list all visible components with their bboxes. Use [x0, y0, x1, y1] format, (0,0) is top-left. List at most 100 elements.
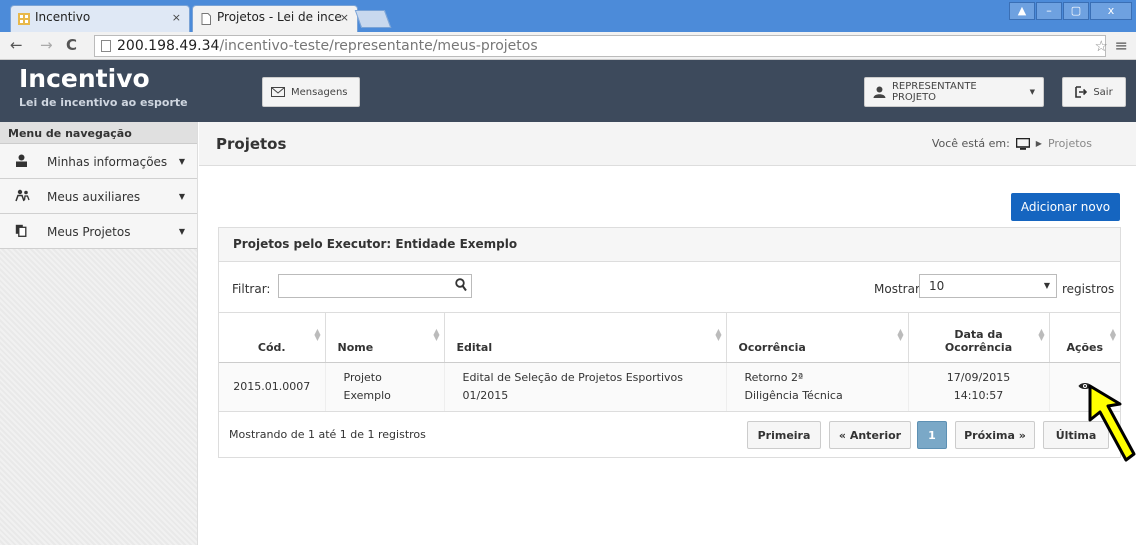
sidebar-item-meus-auxiliares[interactable]: Meus auxiliares ▼: [0, 179, 197, 214]
envelope-icon: [271, 87, 285, 97]
column-header-acoes[interactable]: Ações ▲ ▼: [1049, 312, 1120, 363]
column-header-label: Data da Ocorrência: [944, 328, 1013, 354]
copy-icon: [15, 224, 27, 237]
annotation-arrow-icon: [1088, 384, 1136, 462]
users-icon: [15, 189, 30, 202]
column-header-nome[interactable]: Nome ▲ ▼: [325, 312, 445, 363]
browser-tab-title: Incentivo: [35, 10, 91, 24]
window-maximize-icon[interactable]: ▢: [1063, 2, 1089, 20]
column-header-edital[interactable]: Edital ▲ ▼: [444, 312, 727, 363]
records-label: registros: [1062, 282, 1115, 296]
sidebar-item-label: Minhas informações: [47, 155, 168, 169]
sidebar: Menu de navegação Minhas informações ▼ M…: [0, 122, 198, 545]
page-title: Projetos: [216, 135, 287, 153]
search-icon: [455, 278, 467, 292]
window-controls: ▲ – ▢ x: [1009, 2, 1132, 20]
favicon-icon: [18, 13, 30, 25]
browser-menu-icon[interactable]: ≡: [1115, 36, 1128, 55]
column-header-cod[interactable]: Cód. ▲ ▼: [219, 312, 326, 363]
browser-tab-title: Projetos - Lei de ince: [217, 10, 342, 24]
sort-icon: ▲ ▼: [897, 327, 904, 342]
next-page-button[interactable]: Próxima »: [955, 421, 1035, 449]
sidebar-title: Menu de navegação: [0, 122, 197, 144]
reload-icon[interactable]: C: [66, 36, 77, 54]
cell-data: 17/09/2015 14:10:57: [908, 362, 1050, 412]
cell-cod: 2015.01.0007: [219, 362, 326, 412]
logout-button[interactable]: Sair: [1062, 77, 1126, 107]
logout-icon: [1075, 86, 1088, 98]
window-minimize-icon[interactable]: –: [1036, 2, 1062, 20]
back-icon[interactable]: ←: [10, 36, 23, 54]
sort-icon: ▲ ▼: [433, 327, 440, 342]
first-page-button[interactable]: Primeira: [747, 421, 821, 449]
messages-button[interactable]: Mensagens: [262, 77, 360, 107]
column-header-label: Cód.: [257, 341, 286, 354]
sort-icon: ▲ ▼: [715, 327, 722, 342]
tab-close-icon[interactable]: ×: [340, 11, 349, 24]
previous-page-button[interactable]: « Anterior: [829, 421, 911, 449]
breadcrumb-prefix: Você está em:: [931, 137, 1010, 150]
window-user-icon[interactable]: ▲: [1009, 2, 1035, 20]
sort-icon: ▲ ▼: [314, 327, 321, 342]
url-path: /incentivo-teste/representante/meus-proj…: [219, 38, 538, 54]
bookmark-star-icon[interactable]: ☆: [1095, 37, 1108, 55]
cell-edital: Edital de Seleção de Projetos Esportivos…: [444, 362, 727, 412]
cell-nome: Projeto Exemplo: [325, 362, 445, 412]
column-header-label: Edital: [456, 341, 493, 354]
breadcrumb: Você está em: ▶ Projetos: [932, 137, 1092, 150]
url-input[interactable]: 200.198.49.34/incentivo-teste/representa…: [94, 35, 1106, 57]
caret-down-icon: ▼: [178, 157, 185, 166]
browser-tab-incentivo[interactable]: Incentivo ×: [10, 5, 190, 32]
add-new-button[interactable]: Adicionar novo: [1011, 193, 1120, 221]
url-host: 200.198.49.34: [117, 38, 220, 54]
browser-tab-projetos[interactable]: Projetos - Lei de ince ×: [192, 5, 358, 32]
column-header-ocorrencia[interactable]: Ocorrência ▲ ▼: [726, 312, 909, 363]
sidebar-item-meus-projetos[interactable]: Meus Projetos ▼: [0, 214, 197, 249]
sidebar-item-minhas-informacoes[interactable]: Minhas informações ▼: [0, 144, 197, 179]
messages-label: Mensagens: [291, 86, 348, 98]
chevron-down-icon: ▼: [1043, 281, 1050, 290]
page-size-select[interactable]: 10 ▼: [919, 274, 1057, 298]
page-size-value: 10: [929, 279, 945, 293]
user-role-label: REPRESENTANTE PROJETO: [891, 81, 977, 103]
column-header-label: Ações: [1066, 341, 1104, 354]
projects-panel: Projetos pelo Executor: Entidade Exemplo…: [218, 227, 1121, 458]
tab-close-icon[interactable]: ×: [172, 11, 181, 24]
content-header: Projetos Você está em: ▶ Projetos: [199, 122, 1136, 166]
column-header-label: Ocorrência: [738, 341, 806, 354]
logout-label: Sair: [1093, 86, 1113, 98]
filter-label: Filtrar:: [232, 282, 271, 296]
page-icon: [101, 40, 111, 52]
user-icon: [16, 154, 27, 167]
page-icon: [201, 13, 211, 25]
sidebar-item-label: Meus Projetos: [47, 225, 131, 239]
new-tab-button[interactable]: [354, 10, 392, 28]
current-page-button[interactable]: 1: [917, 421, 947, 449]
sort-icon: ▲ ▼: [1109, 327, 1116, 342]
column-header-label: Nome: [337, 341, 374, 354]
table-info: Mostrando de 1 até 1 de 1 registros: [229, 428, 426, 441]
breadcrumb-current: Projetos: [1047, 137, 1092, 150]
address-bar: ← → C 200.198.49.34/incentivo-teste/repr…: [0, 32, 1136, 60]
breadcrumb-separator-icon: ▶: [1035, 139, 1042, 148]
caret-down-icon: ▼: [178, 192, 185, 201]
sort-icon: ▲ ▼: [1038, 327, 1045, 342]
user-icon: [873, 86, 886, 98]
window-close-icon[interactable]: x: [1090, 2, 1132, 20]
show-label: Mostrar: [874, 282, 920, 296]
cell-ocorrencia: Retorno 2ª Diligência Técnica: [726, 362, 909, 412]
forward-icon[interactable]: →: [40, 36, 53, 54]
desktop-icon[interactable]: [1015, 137, 1030, 150]
table-header-row: Cód. ▲ ▼ Nome ▲ ▼ Edital ▲ ▼ Ocorrência ▲ ▼ Data…: [219, 312, 1120, 363]
browser-tabbar: Incentivo × Projetos - Lei de ince × ▲ –…: [0, 0, 1136, 32]
caret-down-icon: ▼: [178, 227, 185, 236]
sidebar-item-label: Meus auxiliares: [47, 190, 141, 204]
projects-table: Cód. ▲ ▼ Nome ▲ ▼ Edital ▲ ▼ Ocorrência ▲ ▼ Data…: [219, 312, 1120, 412]
panel-title: Projetos pelo Executor: Entidade Exemplo: [219, 228, 1120, 262]
brand-subtitle: Lei de incentivo ao esporte: [19, 96, 188, 109]
user-menu-button[interactable]: REPRESENTANTE PROJETO ▼: [864, 77, 1044, 107]
app-header: Incentivo Lei de incentivo ao esporte Me…: [0, 60, 1136, 122]
filter-input[interactable]: [278, 274, 472, 298]
chevron-down-icon: ▼: [1029, 88, 1035, 96]
column-header-data[interactable]: Data da Ocorrência ▲ ▼: [908, 312, 1050, 363]
